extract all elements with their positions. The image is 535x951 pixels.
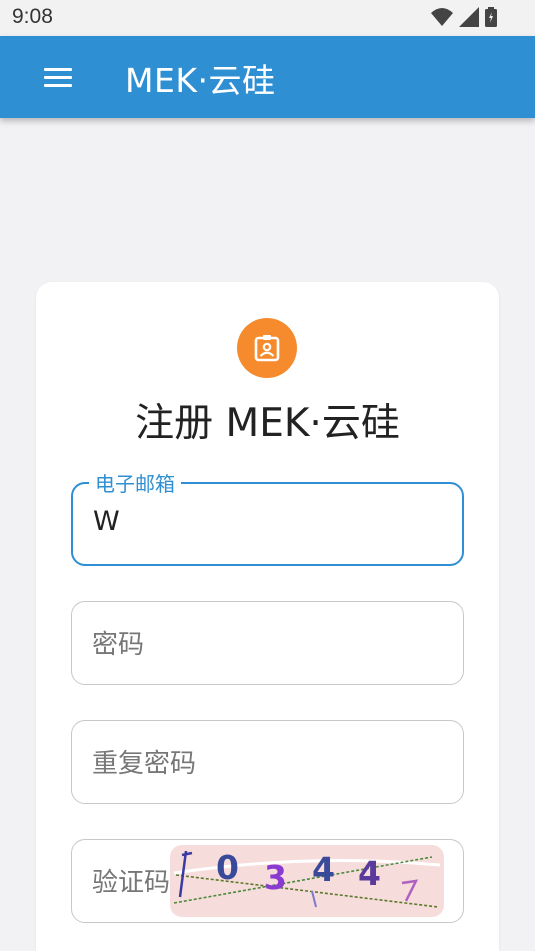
captcha-char-0: 034 — [216, 848, 335, 897]
status-time: 9:08 — [12, 5, 53, 28]
email-field[interactable]: 电子邮箱 W — [71, 468, 464, 566]
email-field-value: W — [93, 506, 120, 537]
status-bar: 9:08 — [0, 0, 535, 36]
menu-icon[interactable] — [44, 66, 76, 90]
status-icons — [431, 7, 497, 27]
captcha-char: 4 — [312, 850, 335, 889]
captcha-field[interactable]: 验证码 034 4 — [71, 839, 464, 923]
captcha-image[interactable]: 034 4 — [170, 845, 444, 917]
captcha-char: 0 — [216, 848, 239, 887]
page-title: 注册 MEK·云硅 — [135, 401, 400, 446]
email-field-label: 电子邮箱 — [89, 468, 181, 497]
register-card: 注册 MEK·云硅 电子邮箱 W 密码 重复密码 验证码 034 4 — [36, 282, 499, 951]
confirm-password-field[interactable]: 重复密码 — [71, 720, 464, 804]
app-title: MEK·云硅 — [125, 61, 276, 100]
wifi-icon — [431, 8, 453, 26]
captcha-char-4: 4 — [358, 854, 381, 893]
signal-icon — [459, 7, 479, 27]
password-field-placeholder: 密码 — [92, 630, 145, 660]
captcha-field-placeholder: 验证码 — [92, 868, 171, 898]
battery-icon — [485, 7, 497, 27]
app-bar: MEK·云硅 — [0, 36, 535, 118]
contact-card-icon — [237, 318, 297, 378]
confirm-password-field-placeholder: 重复密码 — [92, 749, 197, 779]
password-field[interactable]: 密码 — [71, 601, 464, 685]
captcha-char: 3 — [264, 858, 287, 897]
